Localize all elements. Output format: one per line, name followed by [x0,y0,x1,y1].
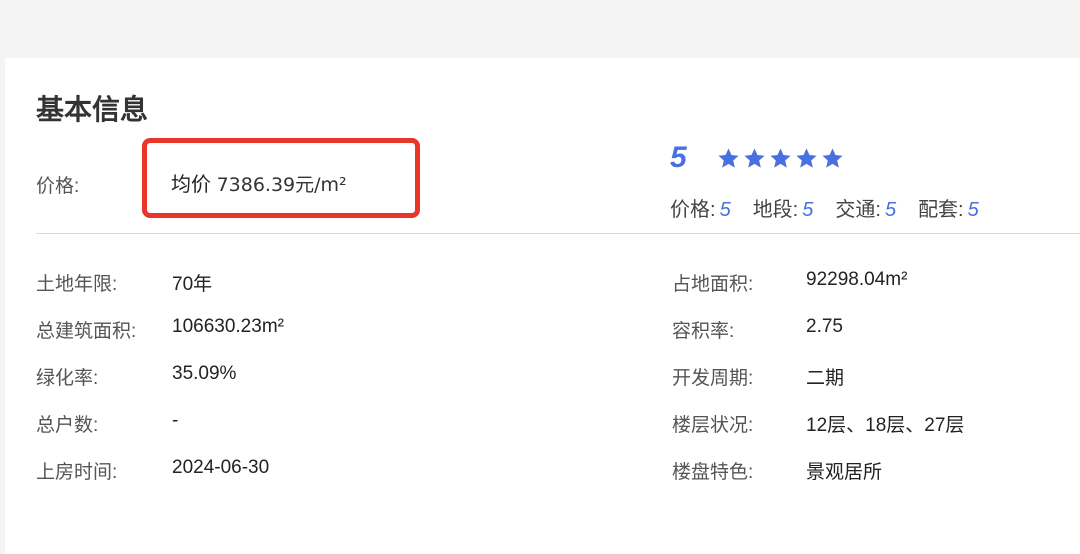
overall-score: 5 [670,141,687,174]
sub-score-label: 交通: [835,199,881,221]
development-phase-label: 开发周期: [672,368,754,389]
land-area-value: 92298.04m² [806,269,908,290]
average-price-value: 7386.39元/m² [216,174,347,196]
total-floor-area-label: 总建筑面积: [36,321,137,342]
sub-score-price: 价格: 5 [670,193,731,222]
section-divider [36,233,1080,234]
handover-date-label: 上房时间: [36,462,118,483]
sub-scores: 价格: 5 地段: 5 交通: 5 配套: 5 [670,193,979,222]
basic-info-card: 基本信息 价格: 均价 7386.39元/m² 5 价格: 5 地段: 5 交通: 5… [5,58,1080,554]
average-price: 均价 7386.39元/m² [171,168,347,197]
sub-score-label: 配套: [918,199,964,221]
star-icon [770,148,791,168]
sub-score-transport: 交通: 5 [835,193,896,222]
land-area-label: 占地面积: [672,274,754,295]
star-icon [796,148,817,168]
development-phase-value: 二期 [806,368,845,389]
floor-status-label: 楼层状况: [672,415,754,436]
price-label: 价格: [36,176,80,197]
average-price-prefix: 均价 [171,174,211,196]
total-households-value: - [172,410,179,431]
project-feature-value: 景观居所 [806,462,883,483]
star-icon [744,148,765,168]
plot-ratio-value: 2.75 [806,316,843,337]
project-feature-label: 楼盘特色: [672,462,754,483]
land-tenure-value: 70年 [172,274,213,295]
sub-score-label: 价格: [670,199,716,221]
star-icon [718,148,739,168]
sub-score-location: 地段: 5 [753,193,814,222]
plot-ratio-label: 容积率: [672,321,735,342]
floor-status-value: 12层、18层、27层 [806,415,965,436]
sub-score-value: 5 [967,199,979,221]
total-floor-area-value: 106630.23m² [172,316,284,337]
greening-rate-label: 绿化率: [36,368,99,389]
total-households-label: 总户数: [36,415,99,436]
sub-score-value: 5 [884,199,897,221]
star-rating [717,147,844,170]
section-title: 基本信息 [36,94,149,125]
sub-score-facilities: 配套: 5 [918,193,979,222]
star-icon [822,148,843,168]
sub-score-value: 5 [719,199,731,221]
handover-date-value: 2024-06-30 [172,457,270,478]
greening-rate-value: 35.09% [172,363,237,384]
sub-score-label: 地段: [752,199,799,221]
land-tenure-label: 土地年限: [36,274,118,295]
sub-score-value: 5 [802,199,814,221]
